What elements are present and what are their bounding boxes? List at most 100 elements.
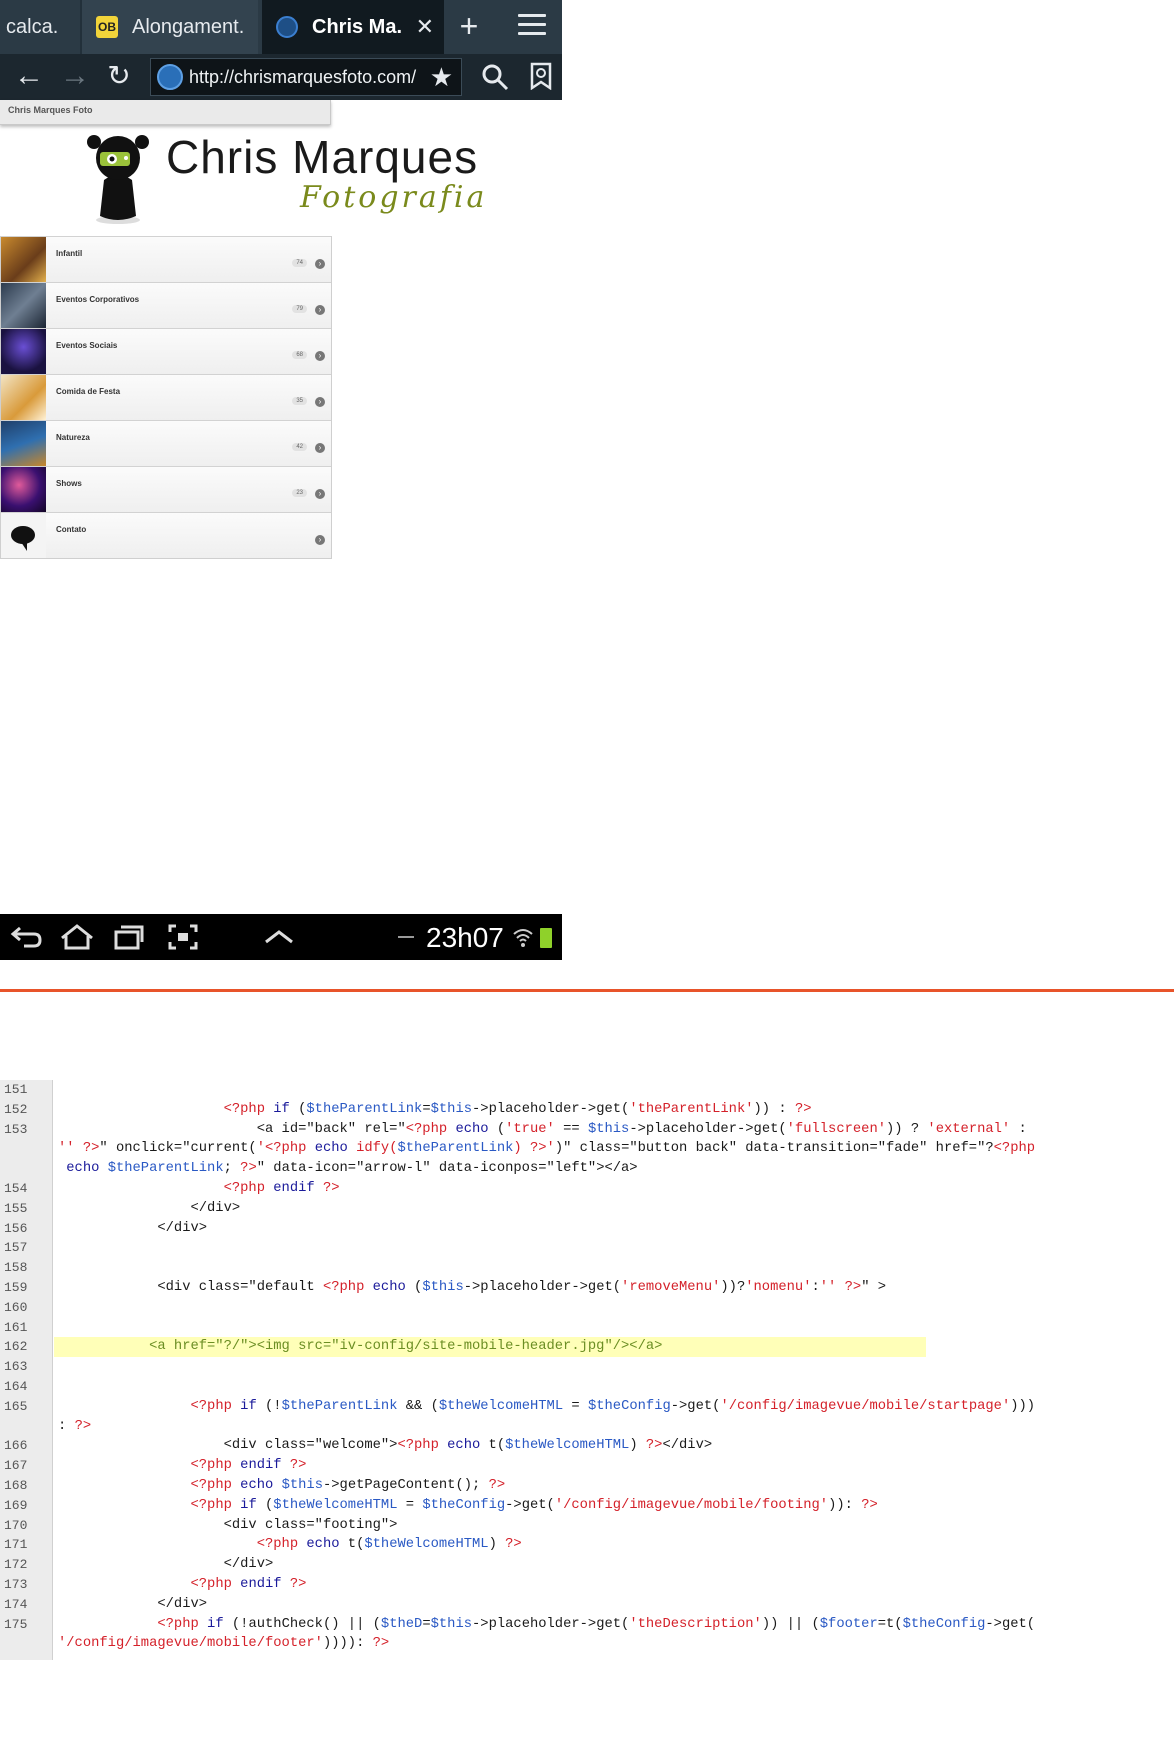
tab-calca[interactable]: calca. bbox=[0, 0, 72, 54]
browser-tab-bar: calca. OB Alongament. Chris Ma. ✕ + bbox=[0, 0, 562, 54]
code-line[interactable]: 161 bbox=[0, 1318, 1172, 1338]
code-line[interactable]: 158 bbox=[0, 1258, 1172, 1278]
gallery-count-badge: 42 bbox=[292, 443, 307, 451]
line-number: 171 bbox=[4, 1537, 28, 1553]
bookmarks-icon[interactable] bbox=[530, 62, 552, 90]
close-tab-icon[interactable]: ✕ bbox=[416, 14, 434, 40]
chevron-up-icon[interactable] bbox=[262, 922, 296, 952]
logo-title: Chris Marques bbox=[166, 131, 479, 183]
code-line[interactable]: 172 </div> bbox=[0, 1555, 1172, 1575]
menu-icon[interactable] bbox=[518, 14, 546, 38]
line-number: 157 bbox=[4, 1240, 28, 1256]
code-line[interactable]: 174 </div> bbox=[0, 1595, 1172, 1615]
line-number: 164 bbox=[4, 1379, 28, 1394]
site-logo[interactable]: Chris Marques Fotografia bbox=[86, 130, 484, 230]
code-line[interactable]: 165 <?php if (!$theParentLink && ($theWe… bbox=[0, 1397, 1172, 1417]
code-line[interactable]: 173 <?php endif ?> bbox=[0, 1575, 1172, 1595]
line-number: 159 bbox=[4, 1280, 28, 1295]
back-arrow-icon[interactable]: ← bbox=[12, 60, 46, 94]
code-line[interactable]: 163 bbox=[0, 1357, 1172, 1377]
gallery-label: Natureza bbox=[56, 433, 90, 442]
code-line[interactable]: 155 </div> bbox=[0, 1199, 1172, 1219]
line-code: </div> bbox=[58, 1557, 274, 1573]
wifi-icon bbox=[513, 929, 533, 947]
gallery-item-eventos-sociais[interactable]: Eventos Sociais 68 › bbox=[1, 328, 331, 374]
line-number: 168 bbox=[4, 1478, 28, 1493]
line-code: <div class="welcome"><?php echo t($theWe… bbox=[58, 1438, 713, 1454]
chevron-right-icon: › bbox=[315, 259, 325, 269]
new-tab-button[interactable]: + bbox=[452, 10, 486, 42]
reload-icon[interactable]: ↻ bbox=[102, 60, 136, 94]
line-number: 156 bbox=[4, 1220, 28, 1236]
gallery-item-comida-de-festa[interactable]: Comida de Festa 35 › bbox=[1, 374, 331, 420]
gallery-label: Comida de Festa bbox=[56, 387, 121, 396]
code-line[interactable]: 152 <?php if ($theParentLink=$this->plac… bbox=[0, 1100, 1172, 1120]
line-number: 174 bbox=[4, 1596, 28, 1612]
back-icon[interactable] bbox=[10, 922, 44, 952]
favicon-icon: OB bbox=[96, 16, 118, 38]
gallery-item-infantil[interactable]: Infantil 74 › bbox=[1, 236, 331, 282]
gallery-count-badge: 68 bbox=[292, 351, 307, 359]
line-code: <?php if (!authCheck() || ($theD=$this->… bbox=[157, 1616, 1036, 1632]
forward-arrow-icon[interactable]: → bbox=[58, 60, 92, 94]
line-number: 154 bbox=[4, 1181, 28, 1196]
line-number: 155 bbox=[4, 1200, 28, 1216]
line-number: 170 bbox=[4, 1517, 28, 1533]
code-line[interactable]: 167 <?php endif ?> bbox=[0, 1456, 1172, 1476]
screenshot-icon[interactable] bbox=[166, 922, 200, 952]
gallery-label: Eventos Sociais bbox=[56, 341, 118, 350]
recent-apps-icon[interactable] bbox=[112, 922, 146, 952]
code-line[interactable]: 154 <?php endif ?> bbox=[0, 1179, 1172, 1199]
code-line[interactable]: 169 <?php if ($theWelcomeHTML = $theConf… bbox=[0, 1496, 1172, 1516]
home-icon[interactable] bbox=[58, 922, 96, 952]
code-line[interactable]: 160 bbox=[0, 1298, 1172, 1318]
code-line[interactable]: 151 bbox=[0, 1080, 1172, 1100]
site-globe-icon bbox=[157, 64, 183, 90]
code-line[interactable]: 159 <div class="default <?php echo ($thi… bbox=[0, 1278, 1172, 1298]
url-field[interactable]: http://chrismarquesfoto.com/ ★ bbox=[150, 58, 462, 96]
code-line[interactable]: 164 bbox=[0, 1377, 1172, 1397]
chevron-right-icon: › bbox=[315, 397, 325, 407]
line-code: '/config/imagevue/mobile/footer')))): ?> bbox=[58, 1636, 390, 1652]
gallery-item-eventos-corporativos[interactable]: Eventos Corporativos 79 › bbox=[1, 282, 331, 328]
chevron-right-icon: › bbox=[315, 305, 325, 315]
gallery-count-badge: 23 bbox=[292, 489, 307, 497]
gallery-item-contato[interactable]: Contato › bbox=[1, 512, 331, 558]
site-header-title: Chris Marques Foto bbox=[8, 105, 93, 115]
code-line[interactable]: echo $theParentLink; ?>" data-icon="arro… bbox=[0, 1159, 1172, 1179]
code-line[interactable]: 166 <div class="welcome"><?php echo t($t… bbox=[0, 1436, 1172, 1456]
code-line[interactable]: : ?> bbox=[0, 1417, 1172, 1437]
star-icon[interactable]: ★ bbox=[430, 63, 453, 91]
line-code: <?php echo $this->getPageContent(); ?> bbox=[190, 1478, 506, 1493]
code-line[interactable]: '' ?>" onclick="current('<?php echo idfy… bbox=[0, 1139, 1172, 1159]
code-line[interactable]: 168 <?php echo $this->getPageContent(); … bbox=[0, 1476, 1172, 1496]
speech-bubble-icon bbox=[1, 513, 46, 558]
code-line[interactable]: 157 bbox=[0, 1238, 1172, 1258]
gallery-label: Infantil bbox=[56, 249, 83, 258]
gallery-count-badge: 35 bbox=[292, 397, 307, 405]
gallery-thumbnail bbox=[1, 375, 46, 420]
chevron-right-icon: › bbox=[315, 535, 325, 545]
gallery-item-natureza[interactable]: Natureza 42 › bbox=[1, 420, 331, 466]
url-text: http://chrismarquesfoto.com/ bbox=[189, 66, 417, 87]
mascot-logo-icon bbox=[87, 135, 149, 224]
line-number: 160 bbox=[4, 1299, 28, 1315]
gallery-thumbnail bbox=[1, 329, 46, 374]
code-line[interactable]: 162 <a href="?/"><img src="iv-config/sit… bbox=[0, 1337, 1172, 1358]
search-icon[interactable] bbox=[480, 62, 510, 92]
code-line[interactable]: 153 <a id="back" rel="<?php echo ('true'… bbox=[0, 1120, 1172, 1140]
code-line[interactable]: 170 <div class="footing"> bbox=[0, 1516, 1172, 1536]
code-line[interactable]: 175 <?php if (!authCheck() || ($theD=$th… bbox=[0, 1615, 1172, 1635]
line-code: <?php echo t($theWelcomeHTML) ?> bbox=[256, 1537, 522, 1553]
code-line[interactable]: 156 </div> bbox=[0, 1219, 1172, 1239]
tab-chris-marques[interactable]: Chris Ma. ✕ bbox=[262, 0, 444, 54]
line-code: <?php if ($theParentLink=$this->placehol… bbox=[223, 1101, 812, 1117]
code-editor[interactable]: 151 152 <?php if ($theParentLink=$this->p… bbox=[0, 1080, 1172, 1660]
gallery-item-shows[interactable]: Shows 23 › bbox=[1, 466, 331, 512]
line-number: 173 bbox=[4, 1577, 28, 1592]
section-divider bbox=[0, 989, 1174, 992]
status-clock: 23h07 bbox=[426, 922, 504, 953]
code-line[interactable]: 171 <?php echo t($theWelcomeHTML) ?> bbox=[0, 1535, 1172, 1555]
tab-alongament[interactable]: OB Alongament. bbox=[80, 0, 258, 54]
code-line[interactable]: '/config/imagevue/mobile/footer')))): ?> bbox=[0, 1634, 1172, 1654]
